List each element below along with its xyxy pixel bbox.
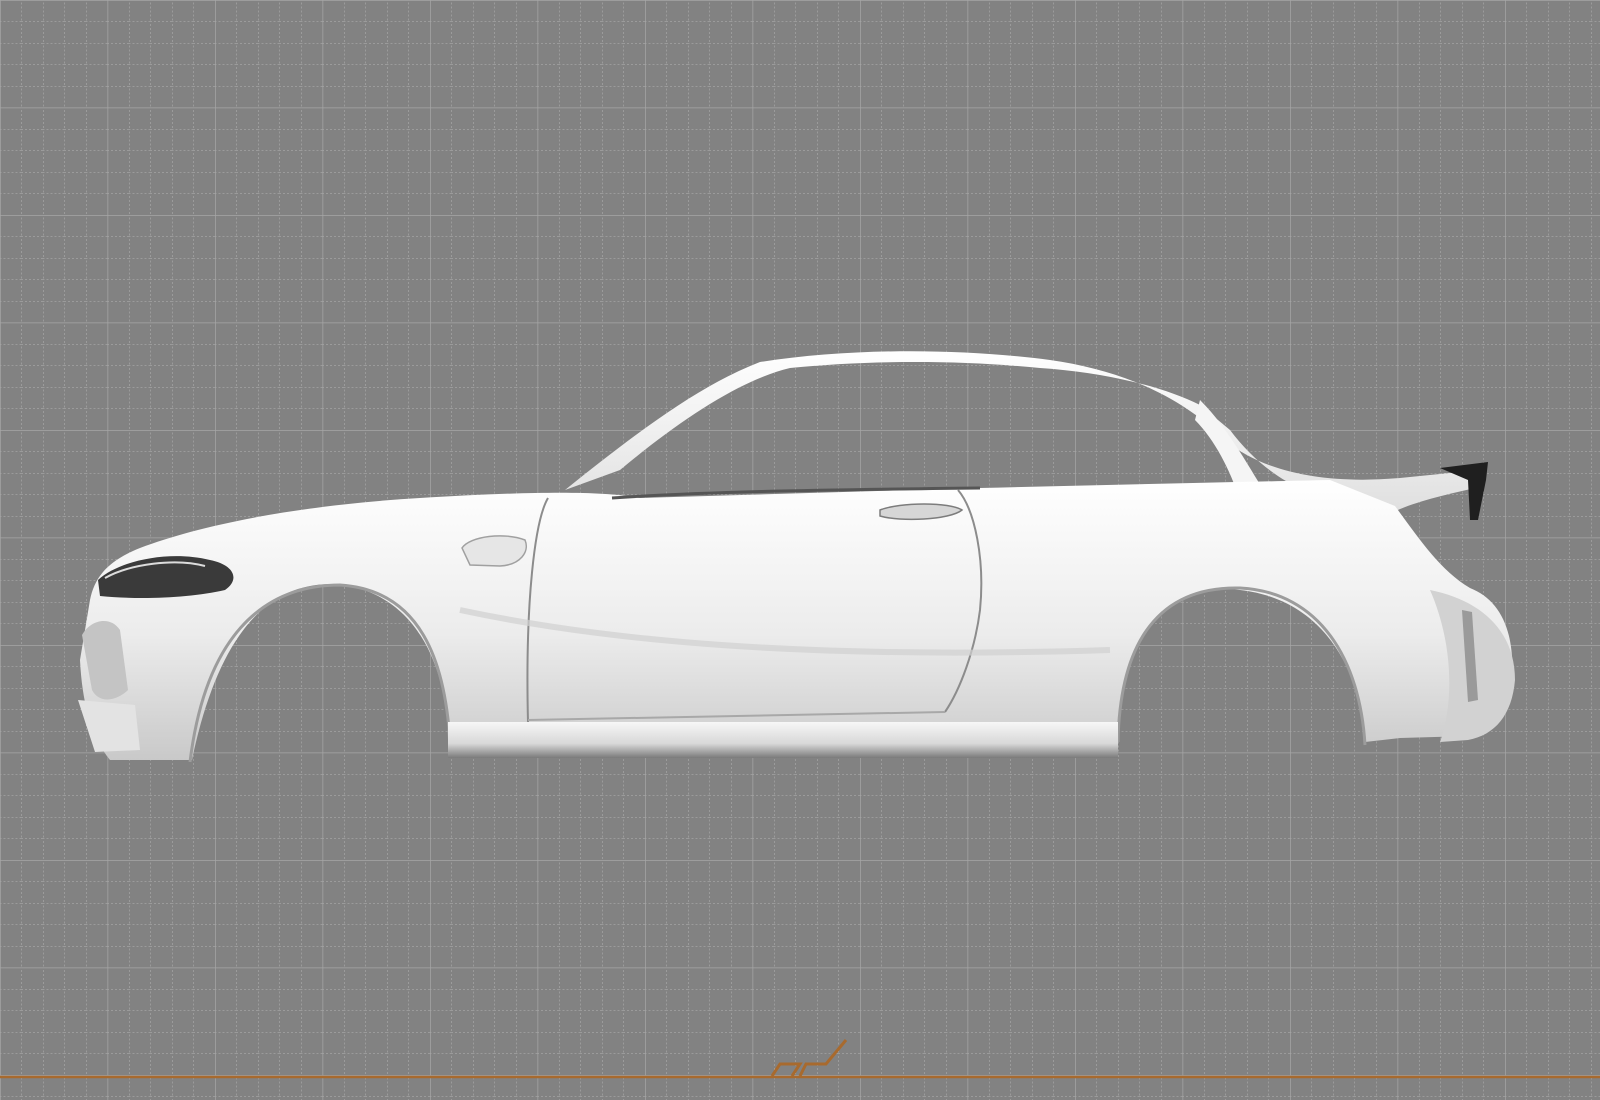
side-sill — [448, 722, 1118, 758]
blueprint-canvas — [0, 0, 1600, 1100]
blueprint-drawing — [0, 0, 1600, 1100]
side-mirror — [461, 535, 527, 567]
